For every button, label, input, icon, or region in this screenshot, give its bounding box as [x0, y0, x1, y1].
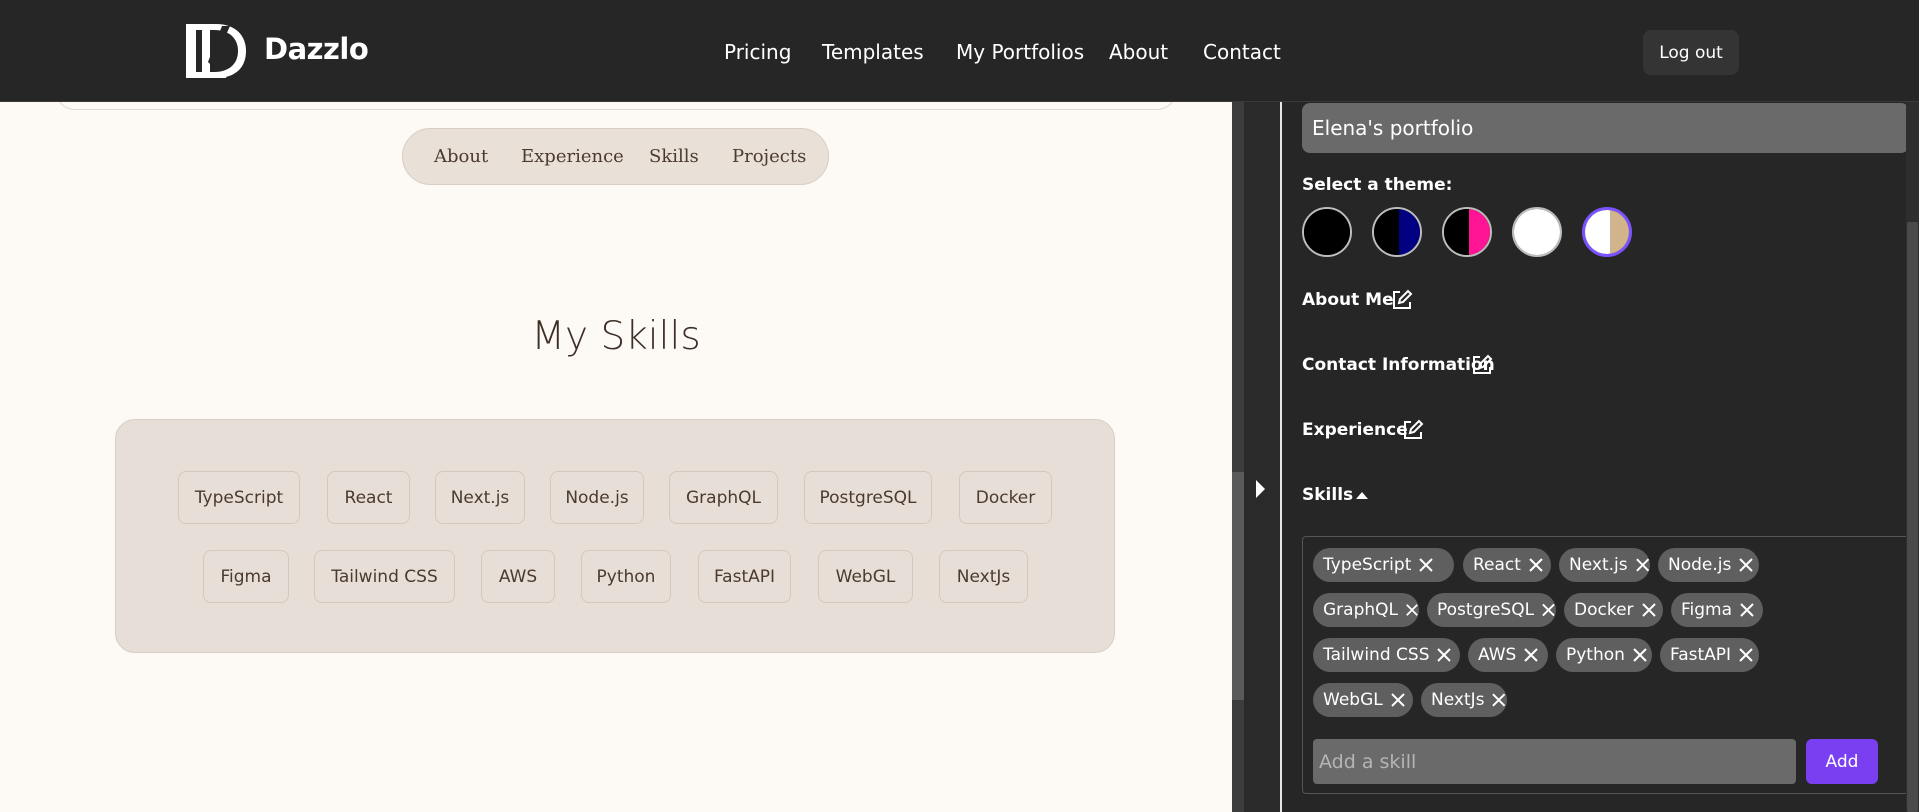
remove-skill-icon[interactable]	[1418, 557, 1434, 573]
remove-skill-icon[interactable]	[1641, 602, 1657, 618]
theme-white-tan[interactable]	[1582, 207, 1632, 257]
skill-tag-label: React	[1473, 555, 1521, 575]
skill-tag: PostgreSQL	[1427, 593, 1556, 627]
remove-skill-icon[interactable]	[1528, 557, 1544, 573]
skill-chip: Node.js	[550, 471, 644, 524]
skill-tag-label: Python	[1566, 645, 1625, 665]
section-contact-information[interactable]: Contact Information	[1302, 355, 1495, 375]
section-about-me[interactable]: About Me	[1302, 290, 1394, 310]
skill-tag-label: Node.js	[1668, 555, 1732, 575]
dazzlo-logo-icon[interactable]	[182, 22, 248, 80]
skill-tag: Docker	[1564, 593, 1663, 627]
edit-experience-icon[interactable]	[1402, 419, 1424, 441]
skill-tag: FastAPI	[1660, 638, 1759, 672]
preview-scrollbar[interactable]	[1232, 102, 1244, 812]
skill-tag: Tailwind CSS	[1313, 638, 1460, 672]
theme-white[interactable]	[1512, 207, 1562, 257]
collapse-skills-icon[interactable]	[1356, 492, 1368, 499]
remove-skill-icon[interactable]	[1491, 692, 1507, 708]
skill-tag-label: WebGL	[1323, 690, 1383, 710]
skill-tag-label: Figma	[1681, 600, 1733, 620]
edit-contact-icon[interactable]	[1471, 354, 1493, 376]
skill-tag: Figma	[1671, 593, 1763, 627]
skill-tag-label: TypeScript	[1323, 555, 1412, 575]
add-skill-input[interactable]: Add a skill	[1313, 739, 1796, 784]
section-nav-about[interactable]: About	[434, 146, 488, 167]
section-skills[interactable]: Skills	[1302, 485, 1353, 505]
skill-tag: NextJs	[1421, 683, 1507, 717]
hero-card-edge	[55, 102, 1177, 110]
panel-scrollbar-thumb[interactable]	[1907, 222, 1918, 812]
skill-chip: WebGL	[818, 550, 913, 603]
portfolio-preview: About Experience Skills Projects My Skil…	[0, 102, 1232, 812]
skill-tag-label: AWS	[1478, 645, 1517, 665]
skill-tag-label: PostgreSQL	[1437, 600, 1535, 620]
skill-chip: GraphQL	[669, 471, 778, 524]
section-nav: About Experience Skills Projects	[402, 128, 829, 185]
skill-tag-label: Next.js	[1569, 555, 1628, 575]
skill-chip: AWS	[481, 550, 555, 603]
skill-tag: React	[1463, 548, 1551, 582]
skill-tag-label: NextJs	[1431, 690, 1485, 710]
panel-splitter[interactable]	[1232, 102, 1280, 812]
skill-tag: Next.js	[1559, 548, 1650, 582]
theme-black-pink[interactable]	[1442, 207, 1492, 257]
skills-heading: My Skills	[531, 314, 701, 359]
section-nav-experience[interactable]: Experience	[521, 146, 624, 167]
section-nav-projects[interactable]: Projects	[732, 146, 806, 167]
skill-chip: FastAPI	[698, 550, 791, 603]
editor-panel: Elena's portfolio Select a theme: About …	[1282, 102, 1919, 812]
skill-tag: Node.js	[1658, 548, 1759, 582]
remove-skill-icon[interactable]	[1436, 647, 1452, 663]
nav-my-portfolios[interactable]: My Portfolios	[956, 40, 1084, 64]
skill-tag-label: FastAPI	[1670, 645, 1732, 665]
skill-tag: WebGL	[1313, 683, 1413, 717]
skill-tag-label: GraphQL	[1323, 600, 1398, 620]
skill-chip: PostgreSQL	[804, 471, 932, 524]
portfolio-name-input[interactable]: Elena's portfolio	[1302, 103, 1909, 153]
skill-tag: AWS	[1468, 638, 1548, 672]
skill-tag-label: Docker	[1574, 600, 1634, 620]
theme-label: Select a theme:	[1302, 175, 1453, 195]
add-skill-button[interactable]: Add	[1806, 739, 1878, 784]
collapse-panel-icon[interactable]	[1256, 480, 1265, 498]
remove-skill-icon[interactable]	[1405, 602, 1419, 618]
skill-chip: React	[327, 471, 410, 524]
skill-tag: Python	[1556, 638, 1652, 672]
top-navbar: Dazzlo Pricing Templates My Portfolios A…	[0, 0, 1919, 102]
nav-contact[interactable]: Contact	[1203, 40, 1281, 64]
skill-tag-label: Tailwind CSS	[1323, 645, 1430, 665]
remove-skill-icon[interactable]	[1738, 647, 1754, 663]
remove-skill-icon[interactable]	[1632, 647, 1648, 663]
remove-skill-icon[interactable]	[1738, 557, 1754, 573]
brand-name[interactable]: Dazzlo	[264, 32, 369, 66]
nav-pricing[interactable]: Pricing	[724, 40, 791, 64]
remove-skill-icon[interactable]	[1541, 602, 1556, 618]
skill-chip: Next.js	[435, 471, 525, 524]
remove-skill-icon[interactable]	[1739, 602, 1755, 618]
skill-chip: Tailwind CSS	[314, 550, 455, 603]
skill-tag: TypeScript	[1313, 548, 1454, 582]
remove-skill-icon[interactable]	[1390, 692, 1406, 708]
theme-black-navy[interactable]	[1372, 207, 1422, 257]
section-experience[interactable]: Experience	[1302, 420, 1408, 440]
logout-button[interactable]: Log out	[1643, 30, 1739, 75]
skills-card: TypeScript React Next.js Node.js GraphQL…	[115, 419, 1115, 653]
skill-chip: TypeScript	[178, 471, 300, 524]
preview-scrollbar-thumb[interactable]	[1232, 472, 1244, 700]
skill-chip: Python	[581, 550, 671, 603]
section-nav-skills[interactable]: Skills	[649, 146, 699, 167]
edit-about-icon[interactable]	[1391, 289, 1413, 311]
theme-black[interactable]	[1302, 207, 1352, 257]
remove-skill-icon[interactable]	[1635, 557, 1650, 573]
remove-skill-icon[interactable]	[1523, 647, 1539, 663]
skill-chip: NextJs	[939, 550, 1028, 603]
skills-editor: TypeScript React Next.js Node.js GraphQL…	[1302, 536, 1909, 794]
nav-about[interactable]: About	[1109, 40, 1168, 64]
skill-chip: Docker	[959, 471, 1052, 524]
skill-chip: Figma	[203, 550, 289, 603]
nav-templates[interactable]: Templates	[822, 40, 924, 64]
skill-tag: GraphQL	[1313, 593, 1419, 627]
panel-scrollbar[interactable]	[1906, 102, 1919, 812]
